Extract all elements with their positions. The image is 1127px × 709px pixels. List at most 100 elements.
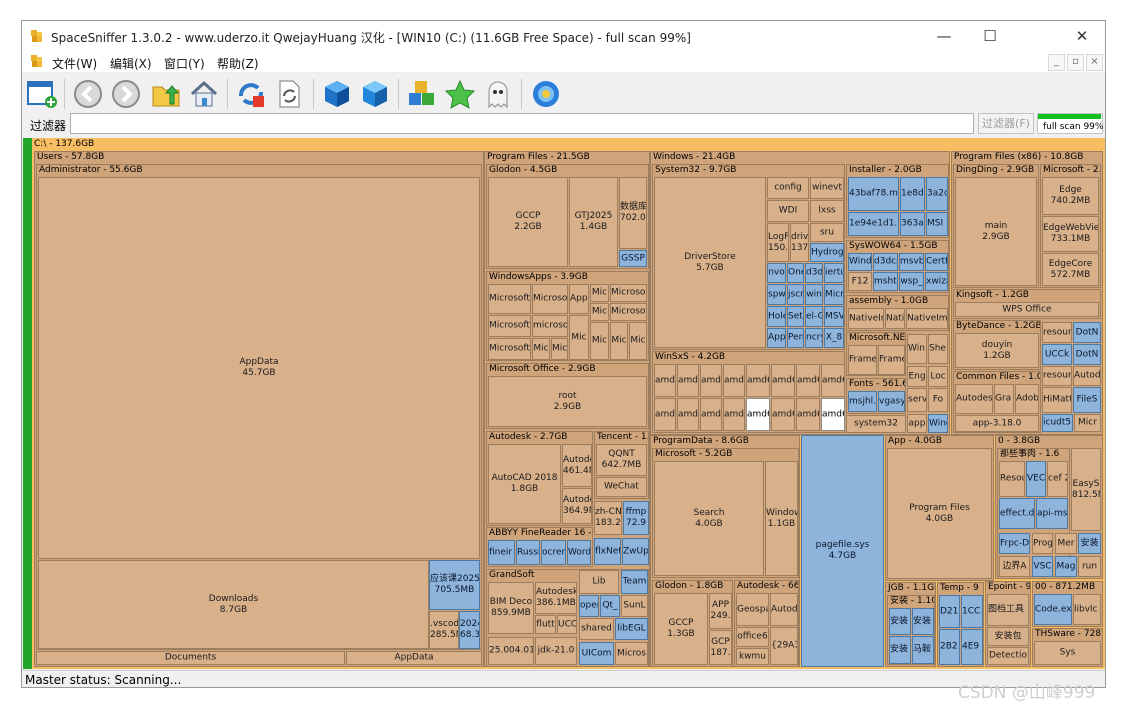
folder-root[interactable]: root 2.9GB <box>488 376 647 427</box>
folder-qt[interactable]: Qt_ <box>600 595 620 617</box>
forward-icon[interactable] <box>110 78 142 110</box>
folder-shujuku[interactable]: 数据库702.0M <box>619 177 647 249</box>
folder-micr[interactable]: Micr <box>1074 414 1101 432</box>
winsxs-item-5[interactable]: amd6 3.6M <box>746 364 770 397</box>
blocks-icon[interactable] <box>406 78 438 110</box>
folder-dotn-2[interactable]: DotN <box>1073 344 1101 365</box>
zero-item-2[interactable]: VEC 284. <box>1026 461 1046 497</box>
syswow-item-8[interactable]: xwiza <box>925 272 948 291</box>
winsxs-item-14[interactable]: amd6 1.2M <box>771 398 795 431</box>
back-icon[interactable] <box>72 78 104 110</box>
fonts-item-2[interactable]: vgasy <box>878 391 905 412</box>
temp-item-4[interactable]: 4E9 956 <box>961 629 983 665</box>
folder-oper[interactable]: oper <box>579 595 599 617</box>
winsxs-item-8[interactable]: amd6 488K <box>821 364 845 397</box>
assembly-item-1[interactable]: NativeIr <box>848 308 884 329</box>
folder-vscode[interactable]: .vscod285.5M <box>429 611 459 649</box>
syswow-item-5[interactable]: F12 <box>848 272 872 291</box>
rescan-icon[interactable] <box>235 78 267 110</box>
folder-zh-cn[interactable]: zh-CN 183.2 <box>594 501 622 535</box>
jgb-item-1[interactable]: 安装 12.2M <box>889 608 911 635</box>
dotnet-item-1[interactable]: Frame 312.2 <box>848 345 877 375</box>
common-item-5[interactable]: Autod <box>1073 366 1101 386</box>
oo-item-1[interactable]: Code.ex 169.2M <box>1034 594 1072 625</box>
folder-pd-windows[interactable]: Window 1.1GB <box>765 461 798 576</box>
folder-uicom[interactable]: UICom <box>579 642 614 665</box>
zero-item-10[interactable]: 边界A <box>999 556 1030 577</box>
wa-item-9[interactable]: Microsof <box>610 303 647 321</box>
syswow-item-6[interactable]: mshtr <box>873 272 898 291</box>
mdi-close-button[interactable]: × <box>1086 54 1103 71</box>
dotnet-item-3[interactable]: Win 8KE <box>907 334 927 364</box>
wa-item-16[interactable]: Mic <box>629 322 647 360</box>
folder-downloads[interactable]: Downloads 8.7GB <box>38 560 429 649</box>
file-abbyy-1[interactable]: fineir 29.5M <box>488 540 515 565</box>
s32-item-8[interactable]: Micr <box>824 284 844 305</box>
maximize-button[interactable]: ☐ <box>967 21 1013 52</box>
folder-lib[interactable]: Lib <box>579 570 619 594</box>
folder-appdata[interactable]: AppData 45.7GB <box>38 177 480 559</box>
s32-item-9[interactable]: Hole <box>767 306 786 327</box>
folder-main[interactable]: main 2.9GB <box>955 177 1037 286</box>
file-abbyy-3[interactable]: ocren 3.3MI <box>541 540 566 565</box>
file-ffmp[interactable]: ffmp 72.9 <box>623 501 649 535</box>
file-abbyy-4[interactable]: Word 4KB <box>567 540 591 565</box>
common-item-7[interactable]: FileS <box>1073 387 1101 413</box>
refresh-icon[interactable] <box>273 78 305 110</box>
temp-item-3[interactable]: 2B2 3.8M <box>939 629 960 665</box>
common-item-1[interactable]: Autodesk 526.1MB <box>955 384 993 414</box>
filter-input[interactable] <box>70 113 974 134</box>
file-installer-5[interactable]: 363a1 28.9M <box>900 212 925 236</box>
zero-item-9[interactable]: 安装 <box>1078 533 1101 554</box>
mdi-restore-button[interactable]: ▫ <box>1067 54 1084 71</box>
common-item-2[interactable]: Gra 240 <box>994 384 1014 414</box>
folder-appdata-2[interactable]: AppData <box>346 651 482 665</box>
jgb-item-2[interactable]: 安装 9.5M <box>912 608 934 635</box>
fonts-item-3[interactable]: Eng <box>907 366 927 387</box>
epoint-item-2[interactable]: 安装包 <box>987 627 1029 646</box>
wa-item-8[interactable]: Mic <box>590 303 609 321</box>
folder-wps-office[interactable]: WPS Office <box>955 302 1099 317</box>
s32-item-12[interactable]: MSV <box>824 306 844 327</box>
file-abbyy-2[interactable]: Russi 12.5M <box>516 540 540 565</box>
wa-item-10[interactable]: Microsoft. <box>488 338 531 360</box>
winsxs-item-12[interactable]: amd6 5.5M <box>723 398 745 431</box>
s32-item-11[interactable]: el-G <box>805 306 823 327</box>
folder-ucck[interactable]: UCCk <box>1042 344 1072 365</box>
wa-item-11[interactable]: Mic <box>532 338 550 360</box>
mdi-minimize-button[interactable]: _ <box>1048 54 1065 71</box>
winsxs-item-11[interactable]: amd6 8.4M <box>700 398 722 431</box>
folder-edge[interactable]: Edge 740.2MB <box>1042 177 1099 215</box>
folder-easys[interactable]: EasyS812.5M <box>1071 448 1101 531</box>
file-icudt53[interactable]: icudt53 <box>1042 414 1073 432</box>
fonts-item-7[interactable]: app <box>907 414 927 433</box>
folder-sys[interactable]: Sys <box>1034 641 1101 665</box>
file-flxnet[interactable]: flxNet 9.4MI <box>594 538 621 565</box>
zero-item-12[interactable]: Mag <box>1055 556 1077 577</box>
winsxs-item-1[interactable]: amd6 194.8 <box>654 364 676 397</box>
folder-flutt[interactable]: flutt <box>535 615 556 634</box>
home-icon[interactable] <box>188 78 220 110</box>
winsxs-item-7[interactable]: amd6 836K <box>796 364 820 397</box>
syswow-item-7[interactable]: wsp_ <box>899 272 924 291</box>
s32-item-5[interactable]: spw <box>767 284 786 305</box>
winsxs-item-16[interactable]: amd6 4KB <box>821 398 845 431</box>
folder-app-3-18[interactable]: app-3.18.0 <box>955 415 1039 432</box>
wa-item-3[interactable]: App 125. <box>569 284 589 314</box>
zero-item-8[interactable]: Mer <box>1055 533 1077 554</box>
fonts-item-6[interactable]: Fo <box>928 388 948 412</box>
file-installer-3[interactable]: 3a2d 170. <box>926 177 948 211</box>
folder-resour-1[interactable]: resour <box>1042 322 1072 343</box>
zoom-in-cube-icon[interactable] <box>321 78 353 110</box>
fonts-item-1[interactable]: msjhl. <box>848 391 877 412</box>
folder-documents[interactable]: Documents <box>36 651 345 665</box>
folder-logf[interactable]: LogF150.4 <box>767 223 789 262</box>
folder-gcp-2[interactable]: GCP 187. <box>709 630 732 665</box>
folder-wdi[interactable]: WDI <box>767 200 809 222</box>
ad4-item-1[interactable]: Geospa 367.0M <box>736 593 769 626</box>
file-libegl[interactable]: libEGL <box>615 618 648 640</box>
file-pagefile[interactable]: pagefile.sys 4.7GB <box>801 435 884 667</box>
menu-help[interactable]: 帮助(Z) <box>217 55 259 72</box>
dotnet-item-4[interactable]: She 25. <box>928 334 948 364</box>
wa-item-4[interactable]: Mic <box>590 284 609 302</box>
